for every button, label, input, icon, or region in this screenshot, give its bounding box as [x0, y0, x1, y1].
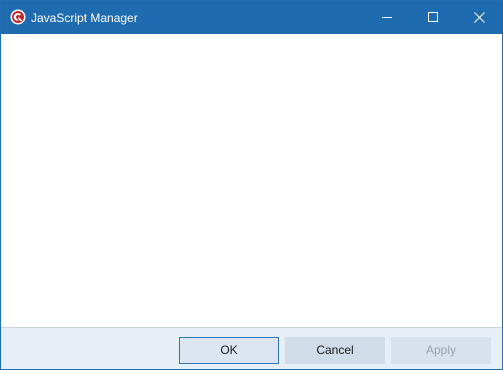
- close-button[interactable]: [456, 1, 502, 34]
- maximize-icon: [428, 12, 438, 22]
- maximize-button[interactable]: [410, 1, 456, 34]
- minimize-icon: [382, 17, 392, 18]
- ok-button[interactable]: OK: [179, 337, 279, 364]
- content-area: [1, 34, 502, 327]
- apply-button[interactable]: Apply: [391, 337, 491, 364]
- close-icon: [474, 12, 485, 23]
- app-logo-icon: [10, 9, 26, 25]
- title-bar[interactable]: JavaScript Manager: [1, 1, 502, 34]
- window-title: JavaScript Manager: [31, 11, 138, 25]
- button-bar: OK Cancel Apply: [1, 327, 502, 369]
- minimize-button[interactable]: [364, 1, 410, 34]
- cancel-button[interactable]: Cancel: [285, 337, 385, 364]
- dialog-window: JavaScript Manager OK Cancel Apply: [0, 0, 503, 370]
